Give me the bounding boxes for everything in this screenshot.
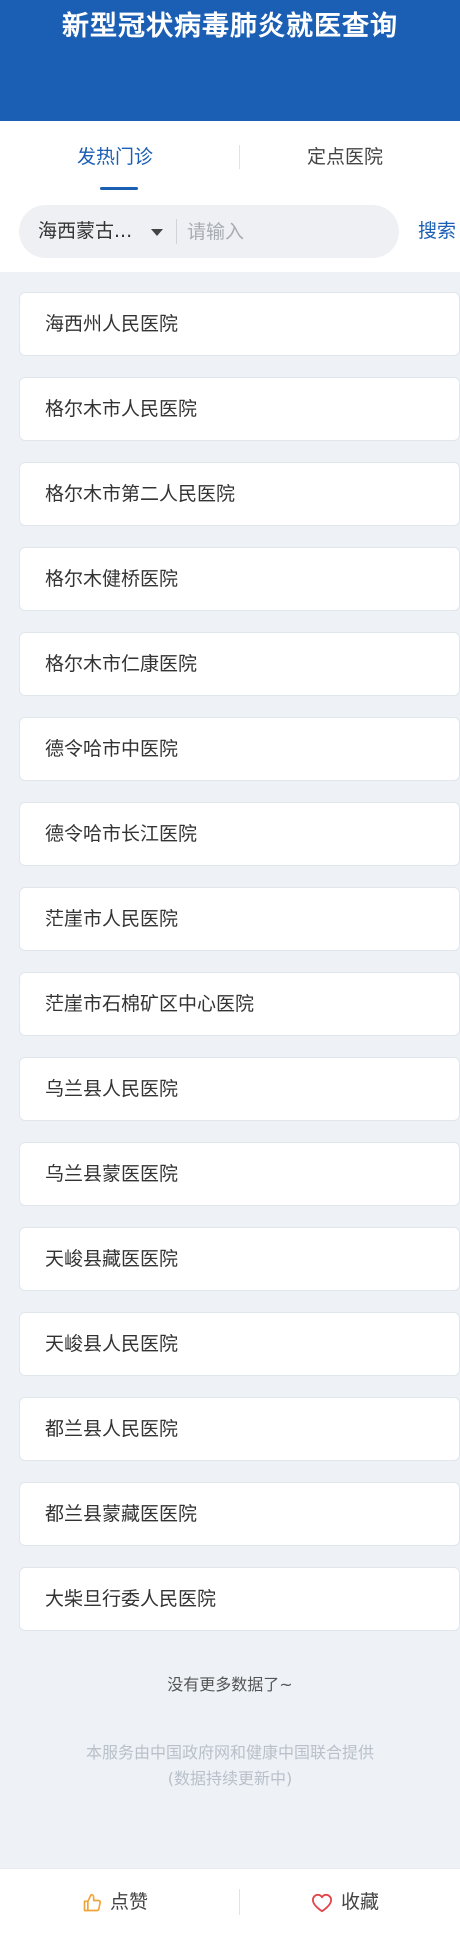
thumbs-up-icon: [82, 1893, 102, 1913]
footer-note: 本服务由中国政府网和健康中国联合提供 (数据持续更新中): [0, 1740, 460, 1792]
favorite-button[interactable]: 收藏: [230, 1869, 460, 1934]
hospital-item[interactable]: 格尔木市第二人民医院: [19, 462, 460, 526]
region-select[interactable]: 海西蒙古...: [38, 205, 132, 258]
like-button[interactable]: 点赞: [0, 1869, 230, 1934]
hospital-item[interactable]: 格尔木健桥医院: [19, 547, 460, 611]
hospital-item[interactable]: 德令哈市中医院: [19, 717, 460, 781]
hospital-item[interactable]: 都兰县蒙藏医医院: [19, 1482, 460, 1546]
hospital-item[interactable]: 乌兰县人民医院: [19, 1057, 460, 1121]
search-bar: 海西蒙古... 搜索: [0, 193, 460, 272]
search-input[interactable]: [187, 205, 387, 258]
header: 新型冠状病毒肺炎就医查询: [0, 0, 460, 121]
hospital-item[interactable]: 德令哈市长江医院: [19, 802, 460, 866]
hospital-item[interactable]: 格尔木市人民医院: [19, 377, 460, 441]
tab-designated-hospital[interactable]: 定点医院: [230, 121, 460, 193]
hospital-item[interactable]: 乌兰县蒙医医院: [19, 1142, 460, 1206]
bottom-bar: 点赞 收藏: [0, 1868, 460, 1934]
footer-line-2: (数据持续更新中): [167, 1769, 293, 1788]
caret-down-icon[interactable]: [151, 229, 163, 236]
hospital-item[interactable]: 茫崖市人民医院: [19, 887, 460, 951]
hospital-item[interactable]: 大柴旦行委人民医院: [19, 1567, 460, 1631]
hospital-list: 海西州人民医院 格尔木市人民医院 格尔木市第二人民医院 格尔木健桥医院 格尔木市…: [19, 292, 460, 1652]
hospital-item[interactable]: 海西州人民医院: [19, 292, 460, 356]
search-pill: 海西蒙古...: [19, 205, 399, 258]
favorite-label: 收藏: [340, 1891, 379, 1913]
hospital-item[interactable]: 天峻县藏医医院: [19, 1227, 460, 1291]
heart-icon: [311, 1893, 333, 1913]
tab-bar: 发热门诊 定点医院: [0, 121, 460, 193]
like-label: 点赞: [109, 1891, 148, 1913]
page-title: 新型冠状病毒肺炎就医查询: [62, 11, 398, 42]
hospital-item[interactable]: 都兰县人民医院: [19, 1397, 460, 1461]
hospital-item[interactable]: 格尔木市仁康医院: [19, 632, 460, 696]
search-button[interactable]: 搜索: [418, 205, 456, 258]
footer-line-1: 本服务由中国政府网和健康中国联合提供: [85, 1743, 374, 1762]
hospital-item[interactable]: 茫崖市石棉矿区中心医院: [19, 972, 460, 1036]
active-tab-indicator: [100, 187, 138, 190]
list-end-text: 没有更多数据了~: [167, 1675, 293, 1694]
search-divider: [176, 219, 177, 244]
hospital-item[interactable]: 天峻县人民医院: [19, 1312, 460, 1376]
tab-fever-clinic[interactable]: 发热门诊: [0, 121, 230, 193]
